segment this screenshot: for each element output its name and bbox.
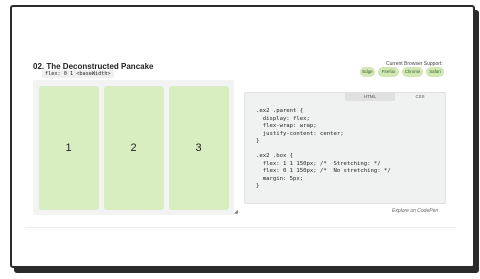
- badge-chrome: Chrome: [402, 67, 423, 77]
- badge-firefox: Firefox: [378, 67, 399, 77]
- codepen-link[interactable]: Explore on CodePen: [392, 208, 438, 214]
- badge-safari: Safari: [426, 67, 444, 77]
- css-code-block: .ex2 .parent { display: flex; flex-wrap:…: [256, 108, 391, 189]
- flex-box-1: 1: [38, 85, 99, 210]
- code-tabs: HTML CSS: [345, 92, 445, 101]
- flex-box-2: 2: [103, 85, 164, 210]
- code-panel: HTML CSS .ex2 .parent { display: flex; f…: [244, 92, 446, 204]
- resize-handle-icon[interactable]: ◢: [234, 210, 239, 215]
- flex-demo-container[interactable]: 1 2 3: [33, 80, 234, 215]
- flex-code-chip: flex: 0 1 <baseWidth>: [42, 70, 114, 78]
- browser-badges: Edge Firefox Chrome Safari: [360, 67, 444, 77]
- tab-html[interactable]: HTML: [345, 92, 395, 101]
- flex-box-3: 3: [168, 85, 229, 210]
- divider: [26, 227, 456, 228]
- tab-css[interactable]: CSS: [395, 92, 445, 101]
- badge-edge: Edge: [360, 67, 375, 77]
